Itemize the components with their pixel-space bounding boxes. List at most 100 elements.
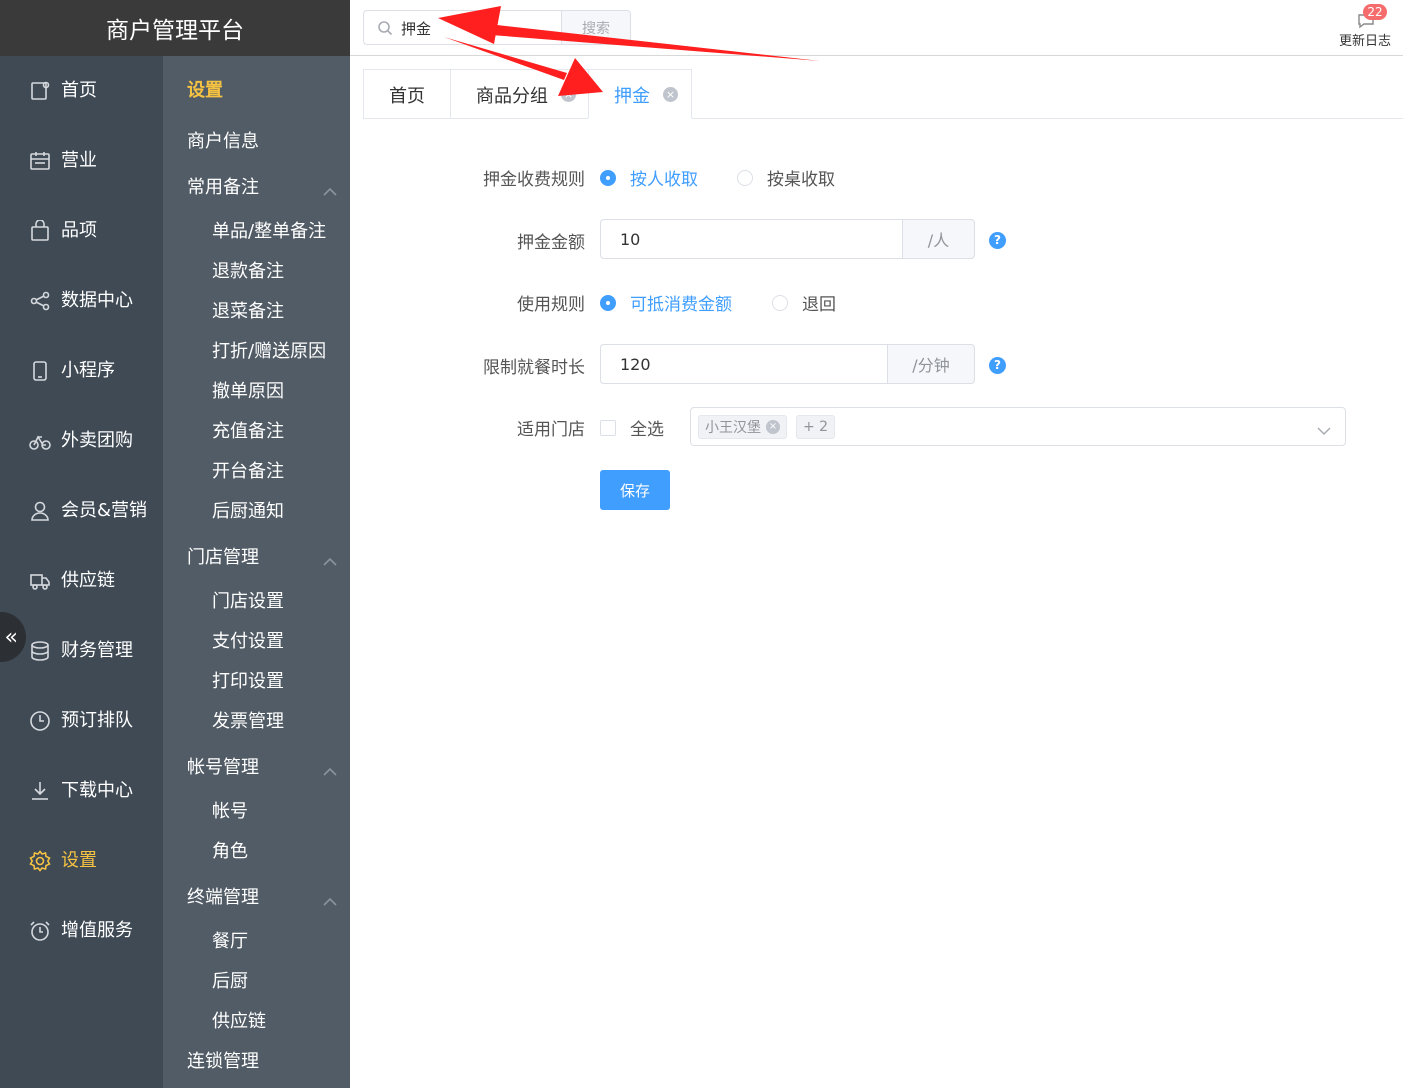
nav-item-supply-chain[interactable]: 供应链 (0, 556, 163, 606)
nav-label: 增值服务 (61, 920, 133, 941)
store-tag: 小王汉堡 × (698, 415, 787, 439)
alarm-icon (29, 920, 51, 942)
radio-label: 按桌收取 (767, 170, 835, 190)
store-tag-label: 小王汉堡 (705, 420, 761, 436)
submenu-item[interactable]: 供应链 (212, 1007, 266, 1033)
search-input[interactable] (401, 17, 551, 39)
save-button[interactable]: 保存 (600, 470, 670, 510)
download-icon (29, 780, 51, 802)
radio-label: 按人收取 (630, 170, 698, 190)
tab-label: 首页 (389, 86, 425, 107)
changelog-button[interactable]: 22 更新日志 (1335, 4, 1397, 50)
submenu-item[interactable]: 角色 (212, 837, 248, 863)
radio-offset-consumption[interactable]: 可抵消费金额 (600, 290, 732, 315)
submenu-item[interactable]: 单品/整单备注 (212, 217, 326, 243)
nav-label: 营业 (61, 150, 97, 171)
search-button[interactable]: 搜索 (561, 10, 631, 45)
submenu-item[interactable]: 打折/赠送原因 (212, 337, 326, 363)
checkbox-label: 全选 (630, 420, 664, 440)
nav-item-value-added[interactable]: 增值服务 (0, 906, 163, 956)
submenu-group-account-management[interactable]: 帐号管理 (187, 753, 337, 779)
close-icon[interactable]: × (561, 87, 576, 102)
chevron-down-icon (1317, 421, 1331, 436)
tab-deposit[interactable]: 押金 × (588, 69, 692, 119)
submenu-item[interactable]: 帐号 (212, 797, 248, 823)
submenu-item[interactable]: 支付设置 (212, 627, 284, 653)
nav-item-delivery[interactable]: 外卖团购 (0, 416, 163, 466)
store-select[interactable]: 小王汉堡 × + 2 (690, 407, 1346, 446)
chevron-up-icon (323, 551, 337, 566)
submenu-item[interactable]: 后厨通知 (212, 497, 284, 523)
chevron-up-icon (323, 891, 337, 906)
submenu-item[interactable]: 开台备注 (212, 457, 284, 483)
submenu-group-label: 门店管理 (187, 547, 259, 568)
tab-label: 商品分组 (476, 86, 548, 107)
help-icon[interactable]: ? (989, 232, 1006, 249)
submenu-title: 设置 (187, 80, 223, 101)
top-header: 搜索 22 更新日志 (350, 0, 1403, 56)
close-icon[interactable]: × (663, 87, 678, 102)
nav-item-reservation[interactable]: 预订排队 (0, 696, 163, 746)
submenu-group-common-notes[interactable]: 常用备注 (187, 173, 337, 199)
settings-submenu: 设置 商户信息 常用备注 单品/整单备注 退款备注 退菜备注 打折/赠送原因 撤… (163, 56, 350, 1088)
clock-icon (29, 710, 51, 732)
duration-label: 限制就餐时长 (483, 358, 585, 378)
submenu-group-store-management[interactable]: 门店管理 (187, 543, 337, 569)
radio-per-table[interactable]: 按桌收取 (737, 165, 835, 190)
nav-item-download-center[interactable]: 下载中心 (0, 766, 163, 816)
nav-label: 供应链 (61, 570, 115, 591)
user-icon (29, 500, 51, 522)
nav-label: 预订排队 (61, 710, 133, 731)
amount-unit: /人 (902, 219, 975, 259)
select-all-checkbox[interactable]: 全选 (600, 415, 664, 440)
submenu-item[interactable]: 餐厅 (212, 927, 248, 953)
submenu-item-chain-management[interactable]: 连锁管理 (187, 1047, 259, 1073)
nav-item-business[interactable]: 营业 (0, 136, 163, 186)
checkbox-box (600, 419, 616, 436)
submenu-item[interactable]: 撤单原因 (212, 377, 284, 403)
radio-label: 退回 (802, 295, 836, 315)
submenu-item[interactable]: 门店设置 (212, 587, 284, 613)
tab-label: 押金 (614, 86, 650, 107)
app-title: 商户管理平台 (0, 0, 350, 56)
submenu-group-terminal-management[interactable]: 终端管理 (187, 883, 337, 909)
nav-item-home[interactable]: 首页 (0, 66, 163, 116)
tab-home[interactable]: 首页 (363, 69, 450, 119)
bike-icon (29, 430, 51, 452)
truck-icon (29, 570, 51, 592)
nav-item-products[interactable]: 品项 (0, 206, 163, 256)
nav-item-data-center[interactable]: 数据中心 (0, 276, 163, 326)
gear-icon (29, 850, 51, 872)
bag-icon (29, 219, 51, 242)
submenu-item[interactable]: 发票管理 (212, 707, 284, 733)
radio-per-person[interactable]: 按人收取 (600, 165, 698, 190)
submenu-item-merchant-info[interactable]: 商户信息 (187, 127, 259, 153)
submenu-item[interactable]: 打印设置 (212, 667, 284, 693)
usage-label: 使用规则 (517, 295, 585, 315)
nav-item-settings[interactable]: 设置 (0, 836, 163, 886)
changelog-badge: 22 (1363, 4, 1387, 20)
radio-refund[interactable]: 退回 (772, 290, 836, 315)
submenu-item[interactable]: 充值备注 (212, 417, 284, 443)
more-stores-tag: + 2 (796, 415, 836, 439)
nav-item-membership[interactable]: 会员&营销 (0, 486, 163, 536)
dining-duration-input[interactable] (600, 344, 887, 384)
main-nav: 首页 营业 品项 数据中心 小程序 外卖团购 会员&营销 供应链 财务管理 预订… (0, 56, 163, 1088)
submenu-item[interactable]: 后厨 (212, 967, 248, 993)
phone-icon (29, 360, 51, 382)
nav-label: 首页 (61, 80, 97, 101)
deposit-amount-input[interactable] (600, 219, 902, 259)
home-icon (29, 80, 51, 102)
nav-label: 下载中心 (61, 780, 133, 801)
submenu-item[interactable]: 退款备注 (212, 257, 284, 283)
database-icon (29, 640, 51, 662)
nav-item-mini-program[interactable]: 小程序 (0, 346, 163, 396)
help-icon[interactable]: ? (989, 357, 1006, 374)
nav-label: 数据中心 (61, 290, 133, 311)
nav-label: 设置 (61, 850, 97, 871)
amount-input-group: /人 (600, 219, 975, 259)
submenu-item[interactable]: 退菜备注 (212, 297, 284, 323)
close-icon[interactable]: × (766, 420, 780, 434)
tab-product-groups[interactable]: 商品分组 × (450, 69, 588, 119)
rule-label: 押金收费规则 (483, 170, 585, 190)
